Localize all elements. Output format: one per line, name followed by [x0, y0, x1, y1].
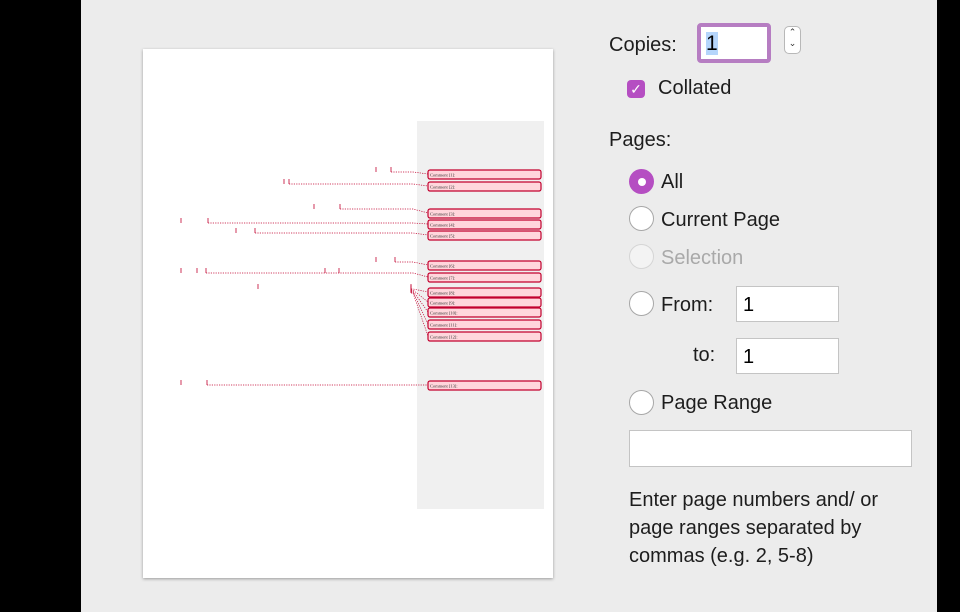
- comment-balloon-text: Comment [3]:: [430, 212, 455, 217]
- radio-all[interactable]: [629, 169, 654, 194]
- radio-current-page[interactable]: [629, 206, 654, 231]
- comment-balloon-text: Comment [5]:: [430, 234, 455, 239]
- comment-leader-line: [206, 272, 429, 278]
- comment-leader-line: [208, 222, 429, 225]
- comment-leader-line: [289, 183, 429, 187]
- comment-leader-line: [340, 208, 429, 214]
- copies-label: Copies:: [609, 34, 677, 56]
- comment-leader-line: [255, 232, 429, 236]
- pages-label: Pages:: [609, 129, 672, 151]
- preview-page-svg: Comment [1]: Comment [2]: Comment [3]: Comm…: [180, 121, 544, 509]
- radio-selection: [629, 244, 654, 269]
- radio-current-page-label: Current Page: [661, 209, 780, 231]
- copies-input[interactable]: 1: [697, 23, 771, 63]
- comment-balloon-text: Comment [9]:: [430, 301, 455, 306]
- collated-checkbox[interactable]: ✓: [627, 80, 645, 98]
- comment-balloon-text: Comment [7]:: [430, 276, 455, 281]
- comment-balloon-text: Comment [13]:: [430, 384, 458, 389]
- page-range-field[interactable]: [629, 430, 912, 467]
- comment-balloon-text: Comment [4]:: [430, 223, 455, 228]
- to-page-field[interactable]: 1: [736, 338, 839, 374]
- radio-page-range[interactable]: [629, 390, 654, 415]
- radio-page-range-label: Page Range: [661, 392, 773, 414]
- comment-balloon-text: Comment [11]:: [430, 323, 457, 328]
- to-label: to:: [693, 344, 716, 366]
- comment-balloon-text: Comment [1]:: [430, 173, 455, 178]
- page-preview: Comment [1]: Comment [2]: Comment [3]: Comm…: [143, 49, 553, 578]
- comment-balloon-text: Comment [8]:: [430, 291, 455, 296]
- comment-balloon-text: Comment [10]:: [430, 311, 458, 316]
- print-dialog: Comment [1]: Comment [2]: Comment [3]: Comm…: [81, 0, 937, 612]
- radio-from[interactable]: [629, 291, 654, 316]
- comment-balloon-text: Comment [12]:: [430, 335, 458, 340]
- from-page-field[interactable]: 1: [736, 286, 839, 322]
- comment-balloon-text: Comment [6]:: [430, 264, 455, 269]
- page-range-help-text: Enter page numbers and/ or page ranges s…: [629, 489, 879, 567]
- radio-all-label: All: [661, 171, 684, 193]
- radio-from-label: From:: [661, 294, 714, 316]
- collated-label: Collated: [658, 77, 732, 99]
- stepper-up-icon[interactable]: ⌃: [785, 27, 800, 38]
- radio-selection-label: Selection: [661, 247, 744, 269]
- copies-value: 1: [706, 32, 718, 55]
- checkmark-icon: ✓: [630, 81, 642, 97]
- copies-stepper[interactable]: ⌃ ⌄: [784, 26, 801, 54]
- stepper-down-icon[interactable]: ⌄: [785, 38, 800, 49]
- comment-balloon-text: Comment [2]:: [430, 185, 455, 190]
